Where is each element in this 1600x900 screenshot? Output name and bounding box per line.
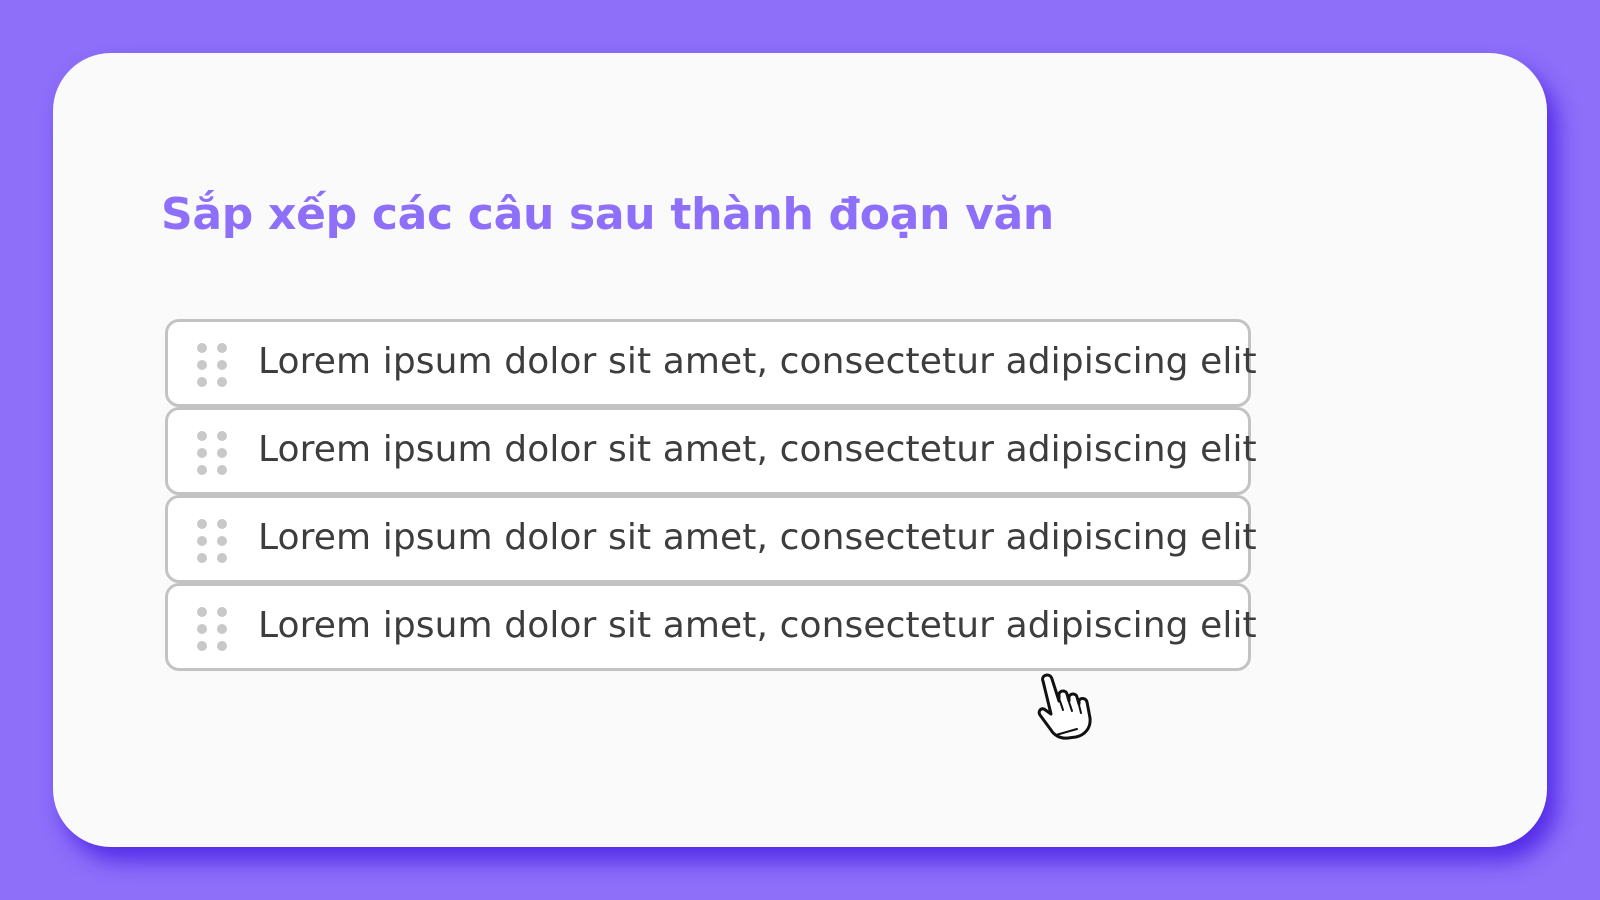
sortable-item-label: Lorem ipsum dolor sit amet, consectetur …: [258, 341, 1257, 382]
exercise-card: Sắp xếp các câu sau thành đoạn văn Lorem…: [53, 53, 1547, 847]
sortable-item[interactable]: Lorem ipsum dolor sit amet, consectetur …: [165, 495, 1257, 583]
sortable-sentence-list: Lorem ipsum dolor sit amet, consectetur …: [165, 319, 1257, 671]
drag-handle-icon[interactable]: [197, 519, 231, 563]
drag-handle-icon[interactable]: [197, 431, 231, 475]
sortable-item[interactable]: Lorem ipsum dolor sit amet, consectetur …: [165, 319, 1257, 407]
sortable-item[interactable]: Lorem ipsum dolor sit amet, consectetur …: [165, 583, 1257, 671]
exercise-title: Sắp xếp các câu sau thành đoạn văn: [161, 189, 1054, 240]
sortable-item-label: Lorem ipsum dolor sit amet, consectetur …: [258, 605, 1257, 646]
sortable-item-label: Lorem ipsum dolor sit amet, consectetur …: [258, 429, 1257, 470]
drag-handle-icon[interactable]: [197, 607, 231, 651]
hand-pointer-icon: [1037, 673, 1092, 740]
sortable-item[interactable]: Lorem ipsum dolor sit amet, consectetur …: [165, 407, 1257, 495]
drag-handle-icon[interactable]: [197, 343, 231, 387]
sortable-item-label: Lorem ipsum dolor sit amet, consectetur …: [258, 517, 1257, 558]
